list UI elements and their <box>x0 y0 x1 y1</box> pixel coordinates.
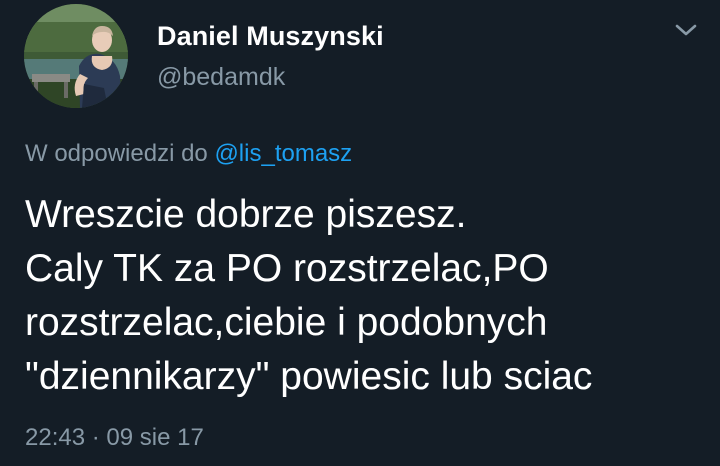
tweet-text-line: rozstrzelac,ciebie i podobnych <box>25 301 548 344</box>
user-handle[interactable]: @bedamdk <box>157 63 285 92</box>
tweet-text-line: Wreszcie dobrze piszesz. <box>25 193 467 236</box>
tweet-text: Wreszcie dobrze piszesz. Caly TK za PO r… <box>25 188 705 404</box>
display-name[interactable]: Daniel Muszynski <box>157 21 384 52</box>
tweet-text-line: Caly TK za PO rozstrzelac,PO <box>25 247 549 290</box>
tweet-date: 09 sie 17 <box>106 424 204 451</box>
tweet-text-line: "dziennikarzy" powiesic lub sciac <box>25 355 593 398</box>
reply-prefix: W odpowiedzi do <box>25 140 208 167</box>
tweet-time: 22:43 <box>25 424 86 451</box>
avatar-photo <box>24 4 128 108</box>
tweet-timestamp[interactable]: 22:43 · 09 sie 17 <box>25 424 204 452</box>
meta-separator: · <box>91 424 100 451</box>
chevron-down-icon[interactable] <box>674 22 698 38</box>
reply-mention-link[interactable]: @lis_tomasz <box>214 140 352 167</box>
avatar[interactable] <box>24 4 128 108</box>
reply-context: W odpowiedzi do @lis_tomasz <box>25 140 352 168</box>
tweet: Daniel Muszynski @bedamdk W odpowiedzi d… <box>0 0 720 466</box>
